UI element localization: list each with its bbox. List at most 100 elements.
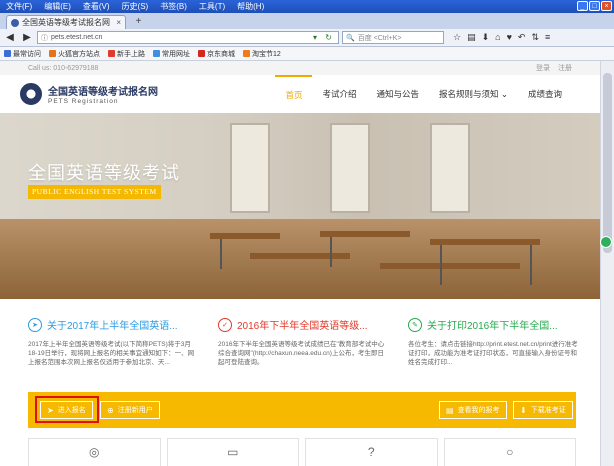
close-window-button[interactable]: × — [601, 1, 612, 11]
nav-home[interactable]: 首页 — [275, 75, 313, 113]
menu-bar: 文件(F) 编辑(E) 查看(V) 历史(S) 书签(B) 工具(T) 帮助(H… — [0, 0, 614, 13]
question-icon: ? — [367, 445, 375, 459]
bookmark-item[interactable]: 火狐官方站点 — [49, 49, 100, 59]
news-title[interactable]: 2016年下半年全国英语等级... — [237, 317, 368, 332]
classroom-window — [430, 123, 470, 213]
bookmark-icon — [198, 50, 205, 57]
bookmark-item[interactable]: 新手上路 — [108, 49, 145, 59]
menu-edit[interactable]: 编辑(E) — [38, 1, 77, 12]
search-people-icon: ◎ — [89, 445, 100, 459]
vertical-scrollbar[interactable] — [600, 61, 614, 466]
pocket-icon[interactable]: ♥ — [507, 32, 512, 43]
news-item[interactable]: ✎ 关于打印2016年下半年全国... 各位考生：请点击链接http://pri… — [408, 317, 578, 367]
news-item[interactable]: ✓ 2016年下半年全国英语等级... 2016年下半年全国英语等级考试成绩已在… — [218, 317, 388, 367]
bookmark-icon — [153, 50, 160, 57]
menu-file[interactable]: 文件(F) — [0, 1, 38, 12]
reload-icon[interactable]: ▾ ↻ — [313, 33, 335, 42]
feature-card[interactable]: ▭ — [166, 438, 299, 466]
menu-tools[interactable]: 工具(T) — [193, 1, 231, 12]
feature-card[interactable]: ○ — [443, 438, 576, 466]
download-ticket-button[interactable]: ⬇ 下载准考证 — [513, 401, 573, 419]
bookmark-icon — [243, 50, 250, 57]
desk — [250, 253, 350, 259]
info-icon: ⓘ — [41, 34, 48, 42]
news-title[interactable]: 关于打印2016年下半年全国... — [427, 317, 558, 332]
register-user-button[interactable]: ⊕ 注册新用户 — [100, 401, 160, 419]
register-link[interactable]: 注册 — [558, 63, 572, 73]
user-add-icon: ⊕ — [107, 405, 114, 415]
menu-history[interactable]: 历史(S) — [116, 1, 155, 12]
bookmark-label: 新手上路 — [117, 50, 145, 58]
download-ticket-label: 下载准考证 — [530, 407, 566, 414]
document-icon: ▤ — [446, 405, 454, 415]
news-body: 2017年上半年全国英语等级考试(以下简称PETS)将于3月18-19日举行，现… — [28, 341, 195, 366]
bookmark-label: 京东商城 — [207, 50, 235, 58]
nav-notices[interactable]: 通知与公告 — [366, 75, 429, 113]
main-nav: 首页 考试介绍 通知与公告 报名规则与须知 ⌄ 成绩查询 — [275, 75, 572, 113]
sync-icon[interactable]: ⇅ — [531, 32, 539, 43]
news-body: 各位考生：请点击链接http://print.etest.net.cn/prin… — [408, 341, 578, 366]
login-link[interactable]: 登录 — [536, 63, 550, 73]
desk-leg — [440, 245, 442, 285]
circle-icon: ○ — [506, 445, 514, 459]
hero-title: 全国英语等级考试 — [28, 163, 180, 183]
close-tab-icon[interactable]: × — [116, 18, 121, 27]
undo-icon[interactable]: ↶ — [518, 32, 526, 43]
view-my-registration-label: 查看我的报考 — [457, 407, 500, 414]
search-box[interactable]: 🔍 百度 <Ctrl+K> — [342, 31, 444, 44]
bookmarks-bar: 最常访问 火狐官方站点 新手上路 常用网址 京东商城 淘宝节12 — [0, 47, 614, 61]
nav-exam-intro[interactable]: 考试介绍 — [312, 75, 366, 113]
maximize-button[interactable]: □ — [589, 1, 600, 11]
nav-rules[interactable]: 报名规则与须知 ⌄ — [429, 75, 518, 113]
news-item[interactable]: ➤ 关于2017年上半年全国英语... 2017年上半年全国英语等级考试(以下简… — [28, 317, 198, 367]
bookmark-label: 火狐官方站点 — [58, 50, 100, 58]
bookmark-label: 常用网址 — [162, 50, 190, 58]
view-my-registration-button[interactable]: ▤ 查看我的报考 — [439, 401, 507, 419]
window-controls: _ □ × — [577, 1, 612, 11]
bookmark-item[interactable]: 淘宝节12 — [243, 49, 281, 59]
home-icon[interactable]: ⌂ — [495, 32, 500, 43]
browser-tab[interactable]: 全国英语等级考试报名网 × — [6, 15, 126, 29]
new-tab-button[interactable]: + — [132, 16, 145, 27]
hero-subtitle: PUBLIC ENGLISH TEST SYSTEM — [28, 185, 161, 199]
feature-card[interactable]: ◎ — [28, 438, 161, 466]
desk-leg — [530, 245, 532, 285]
register-user-label: 注册新用户 — [117, 407, 153, 414]
action-bar: ➤ 进入报名 ⊕ 注册新用户 ▤ 查看我的报考 ⬇ 下载准考证 — [28, 392, 576, 428]
news-section: ➤ 关于2017年上半年全国英语... 2017年上半年全国英语等级考试(以下简… — [28, 317, 578, 367]
web-page: Call us: 010-62979188 登录 注册 全国英语等级考试报名网 … — [0, 61, 600, 466]
nav-scores[interactable]: 成绩查询 — [518, 75, 572, 113]
feature-card[interactable]: ? — [305, 438, 438, 466]
bookmark-label: 最常访问 — [13, 50, 41, 58]
plane-icon: ➤ — [28, 317, 42, 332]
brand-subtitle: PETS Registration — [48, 98, 119, 105]
scrollbar-thumb[interactable] — [603, 73, 612, 253]
menu-help[interactable]: 帮助(H) — [231, 1, 270, 12]
reading-list-icon[interactable]: ▤ — [467, 32, 476, 43]
feature-cards: ◎ ▭ ? ○ — [28, 438, 576, 466]
bookmark-icon — [108, 50, 115, 57]
tab-title: 全国英语等级考试报名网 — [22, 18, 110, 27]
back-button[interactable]: ◀ — [3, 31, 17, 45]
bookmark-label: 淘宝节12 — [252, 50, 281, 58]
bookmark-item[interactable]: 最常访问 — [4, 49, 41, 59]
star-icon[interactable]: ☆ — [453, 32, 461, 43]
contact-text: Call us: 010-62979188 — [28, 64, 99, 72]
forward-button[interactable]: ▶ — [20, 31, 34, 45]
side-widget-button[interactable] — [600, 236, 612, 248]
bookmark-item[interactable]: 常用网址 — [153, 49, 190, 59]
news-title[interactable]: 关于2017年上半年全国英语... — [47, 317, 178, 332]
wrench-icon: ✎ — [408, 317, 422, 332]
site-logo[interactable] — [20, 83, 42, 105]
toolbar-icons: ☆ ▤ ⬇ ⌂ ♥ ↶ ⇅ ≡ — [453, 32, 550, 43]
address-bar[interactable]: ⓘ pets.etest.net.cn ▾ ↻ — [37, 31, 339, 44]
download-icon[interactable]: ⬇ — [482, 32, 490, 43]
classroom-window — [230, 123, 270, 213]
site-header: 全国英语等级考试报名网 PETS Registration 首页 考试介绍 通知… — [0, 75, 600, 113]
desk — [320, 231, 410, 237]
menu-bookmarks[interactable]: 书签(B) — [154, 1, 193, 12]
hamburger-menu-icon[interactable]: ≡ — [545, 32, 550, 43]
bookmark-item[interactable]: 京东商城 — [198, 49, 235, 59]
menu-view[interactable]: 查看(V) — [77, 1, 116, 12]
minimize-button[interactable]: _ — [577, 1, 588, 11]
